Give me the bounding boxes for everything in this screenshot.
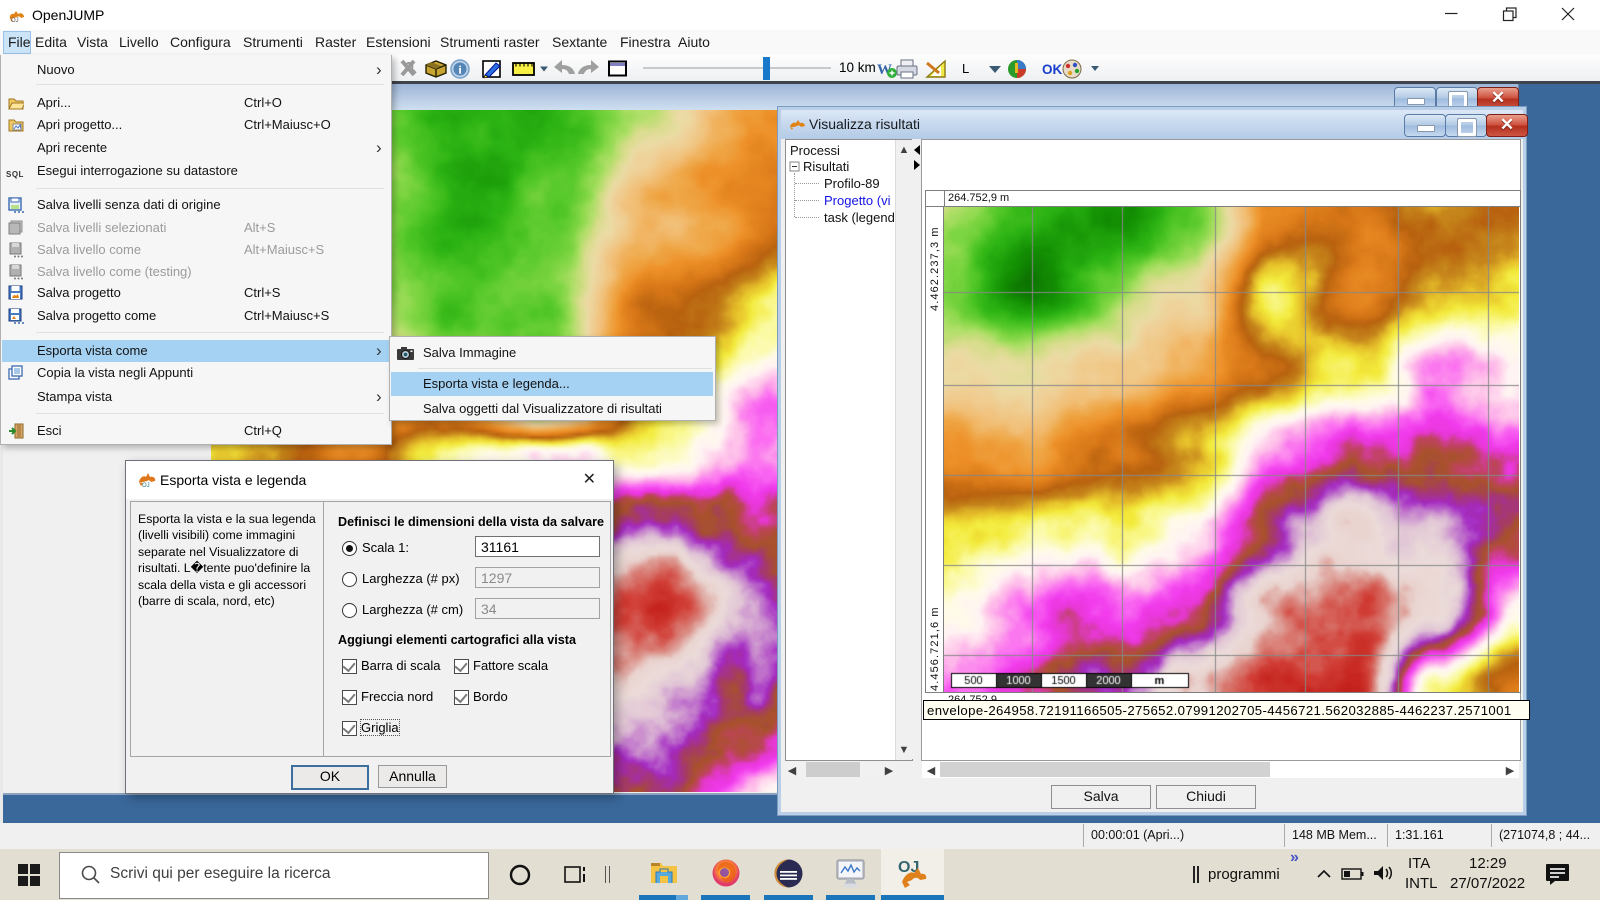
svg-text:OJ: OJ <box>11 18 19 24</box>
svg-text:L: L <box>962 61 969 76</box>
svg-text:OJ: OJ <box>142 483 150 489</box>
svg-text:OK: OK <box>1042 62 1063 77</box>
